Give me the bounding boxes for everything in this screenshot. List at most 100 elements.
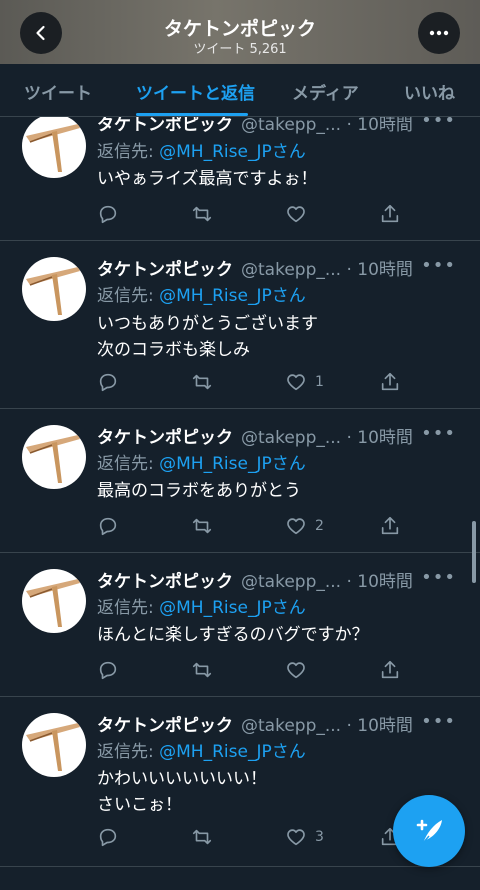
reply-button[interactable] [97, 202, 119, 226]
tweet-text-line: 最高のコラボをありがとう [97, 481, 301, 501]
author-handle[interactable]: @takepp_... [241, 428, 341, 448]
retweet-button[interactable] [191, 202, 213, 226]
author-name[interactable]: タケトンポピック [97, 428, 233, 448]
share-icon [381, 372, 399, 391]
tweet-text-line: ほんとに楽しすぎるのバグですか？ [97, 625, 369, 645]
like-button[interactable] [285, 658, 315, 682]
retweet-button[interactable] [191, 514, 213, 538]
reply-button[interactable] [97, 514, 119, 538]
share-icon [381, 660, 399, 679]
avatar[interactable] [22, 569, 86, 633]
avatar[interactable] [22, 425, 86, 489]
reply-prefix: 返信先: [97, 142, 160, 162]
compose-tweet-button[interactable] [393, 795, 465, 867]
tweet-text: かわいいいいいいい！ さいこぉ！ [97, 766, 267, 818]
author-name[interactable]: タケトンポピック [97, 572, 233, 592]
retweet-button[interactable] [191, 825, 213, 849]
scrollbar[interactable] [472, 521, 476, 583]
reply-to-user[interactable]: @MH_Rise_JPさん [159, 142, 306, 162]
retweet-icon [192, 206, 212, 222]
avatar[interactable] [22, 713, 86, 777]
tweet-text: 最高のコラボをありがとう [97, 478, 301, 504]
tweet-time[interactable]: · 10時間 [346, 572, 412, 592]
like-count: 3 [315, 829, 324, 845]
avatar-image [26, 267, 80, 315]
avatar-image [26, 723, 80, 771]
like-count: 1 [315, 374, 324, 390]
tweet[interactable]: タケトンポピック @takepp_... · 10時間 ••• 返信先: @MH_… [0, 552, 480, 697]
tab-likes[interactable]: いいね [404, 79, 455, 104]
author-handle[interactable]: @takepp_... [241, 716, 341, 736]
share-button[interactable] [379, 514, 401, 538]
avatar[interactable] [22, 257, 86, 321]
reply-button[interactable] [97, 370, 119, 394]
reply-icon [99, 373, 117, 392]
tweet-text-line: 次のコラボも楽しみ [97, 340, 250, 360]
profile-name: タケトンポピック [163, 18, 316, 40]
avatar-image [26, 579, 80, 627]
tweet-more-icon[interactable]: ••• [421, 567, 456, 588]
reply-icon [99, 205, 117, 224]
retweet-button[interactable] [191, 658, 213, 682]
reply-icon [99, 828, 117, 847]
author-handle[interactable]: @takepp_... [241, 115, 341, 135]
more-button[interactable] [418, 12, 460, 54]
author-handle[interactable]: @takepp_... [241, 260, 341, 280]
timeline: タケトンポピック @takepp_... · 10時間 ••• 返信先: @MH_… [0, 0, 480, 890]
tweet-count: ツイート 5,261 [193, 42, 287, 57]
share-icon [381, 516, 399, 535]
tweet-meta: タケトンポピック @takepp_... · 10時間 [97, 711, 413, 736]
tweet-meta: タケトンポピック @takepp_... · 10時間 [97, 423, 413, 448]
tweet-text: ほんとに楽しすぎるのバグですか？ [97, 622, 369, 648]
tweet-more-icon[interactable]: ••• [421, 711, 456, 732]
share-button[interactable] [379, 202, 401, 226]
tweet[interactable]: タケトンポピック @takepp_... · 10時間 ••• 返信先: @MH_… [0, 240, 480, 409]
reply-prefix: 返信先: [97, 598, 160, 618]
reply-to-user[interactable]: @MH_Rise_JPさん [159, 286, 306, 306]
tweet-time[interactable]: · 10時間 [346, 260, 412, 280]
retweet-icon [192, 374, 212, 390]
reply-prefix: 返信先: [97, 454, 160, 474]
tweet-more-icon[interactable]: ••• [421, 255, 456, 276]
retweet-button[interactable] [191, 370, 213, 394]
tweet-more-icon[interactable]: ••• [421, 423, 456, 444]
avatar-image [26, 124, 80, 172]
author-name[interactable]: タケトンポピック [97, 115, 233, 135]
profile-header: タケトンポピック ツイート 5,261 [0, 0, 480, 64]
compose-tweet-icon [416, 819, 442, 844]
tweet-time[interactable]: · 10時間 [346, 115, 412, 135]
author-handle[interactable]: @takepp_... [241, 572, 341, 592]
share-button[interactable] [379, 658, 401, 682]
like-button[interactable] [285, 202, 315, 226]
like-button[interactable]: 3 [285, 825, 324, 849]
avatar-image [26, 435, 80, 483]
profile-tabs: ツイート ツイートと返信 メディア いいね [0, 64, 480, 117]
tweet-meta: タケトンポピック @takepp_... · 10時間 [97, 255, 413, 280]
like-button[interactable]: 2 [285, 514, 324, 538]
tweet-time[interactable]: · 10時間 [346, 716, 412, 736]
tab-media[interactable]: メディア [292, 79, 359, 104]
tab-tweets[interactable]: ツイート [24, 79, 92, 104]
reply-to-user[interactable]: @MH_Rise_JPさん [159, 454, 306, 474]
tweet-actions [0, 658, 480, 682]
author-name[interactable]: タケトンポピック [97, 716, 233, 736]
tweet-text-line: いやぁライズ最高ですよぉ！ [97, 169, 318, 189]
heart-icon [287, 374, 305, 391]
author-name[interactable]: タケトンポピック [97, 260, 233, 280]
tweet-actions: 2 [0, 514, 480, 538]
reply-button[interactable] [97, 658, 119, 682]
tweet-time[interactable]: · 10時間 [346, 428, 412, 448]
reply-to-user[interactable]: @MH_Rise_JPさん [159, 598, 306, 618]
reply-to-user[interactable]: @MH_Rise_JPさん [159, 742, 306, 762]
avatar[interactable] [22, 114, 86, 178]
tweet-text-line: さいこぉ！ [97, 795, 182, 815]
like-count: 2 [315, 518, 324, 534]
reply-button[interactable] [97, 825, 119, 849]
reply-context: 返信先: @MH_Rise_JPさん [97, 281, 306, 306]
share-button[interactable] [379, 370, 401, 394]
active-tab-indicator [136, 113, 248, 116]
tab-tweets-and-replies[interactable]: ツイートと返信 [136, 79, 255, 104]
tweet[interactable]: タケトンポピック @takepp_... · 10時間 ••• 返信先: @MH_… [0, 408, 480, 553]
like-button[interactable]: 1 [285, 370, 324, 394]
reply-context: 返信先: @MH_Rise_JPさん [97, 449, 306, 474]
